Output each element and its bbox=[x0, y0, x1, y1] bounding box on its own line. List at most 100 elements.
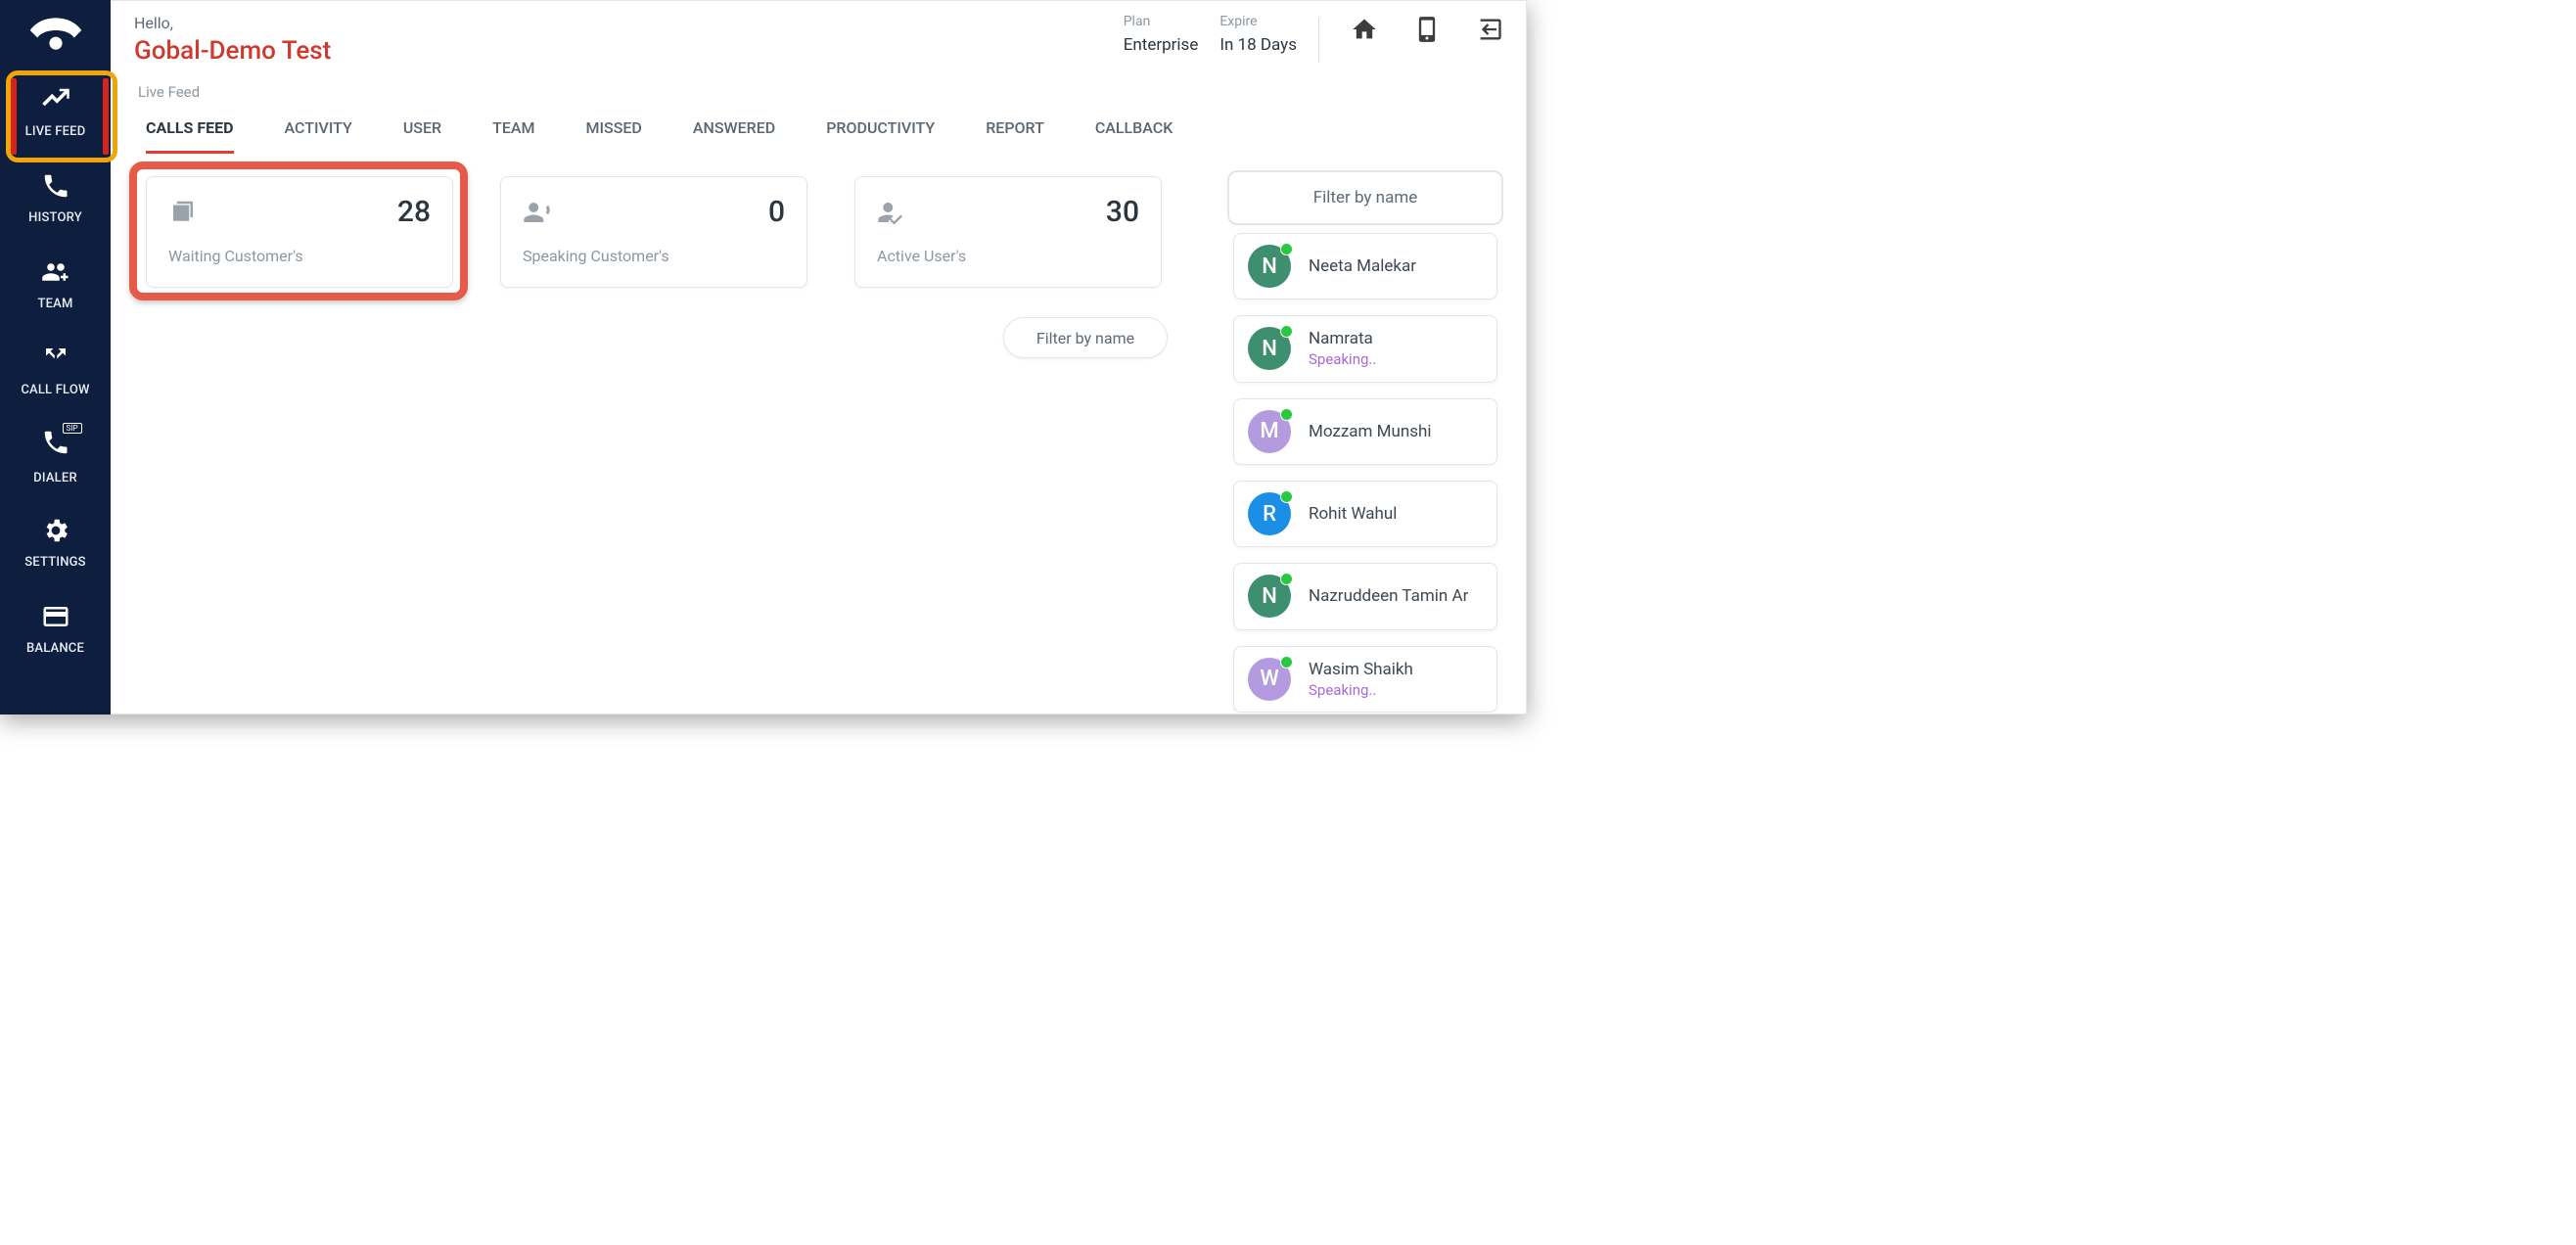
sidebar-item-balance[interactable]: BALANCE bbox=[0, 585, 111, 671]
user-list: N Neeta Malekar N Namrata Speaking.. M Mozzam … bbox=[1227, 233, 1503, 713]
user-text: Neeta Malekar bbox=[1309, 256, 1416, 276]
sidebar-item-label: SETTINGS bbox=[24, 555, 86, 570]
user-row[interactable]: N Namrata Speaking.. bbox=[1233, 315, 1497, 382]
trend-line-icon bbox=[41, 85, 70, 115]
phone-receiver-icon bbox=[26, 10, 85, 59]
avatar: N bbox=[1248, 575, 1291, 618]
divider bbox=[1318, 18, 1319, 63]
tab-calls-feed[interactable]: CALLS FEED bbox=[146, 113, 234, 154]
plan-label: Plan bbox=[1124, 14, 1199, 29]
avatar: R bbox=[1248, 492, 1291, 535]
phone-sip-icon: SIP bbox=[41, 428, 70, 461]
tab-team[interactable]: TEAM bbox=[492, 113, 534, 154]
expire-value: In 18 Days bbox=[1219, 35, 1297, 55]
tab-activity[interactable]: ACTIVITY bbox=[285, 113, 352, 154]
user-name: Rohit Wahul bbox=[1309, 504, 1397, 524]
sidebar-item-call-flow[interactable]: CALL FLOW bbox=[0, 327, 111, 413]
hello-label: Hello, bbox=[134, 14, 331, 32]
org-name: Gobal-Demo Test bbox=[134, 36, 331, 66]
user-row[interactable]: M Mozzam Munshi bbox=[1233, 398, 1497, 465]
filter-input[interactable]: Filter by name bbox=[1227, 170, 1503, 225]
user-text: Mozzam Munshi bbox=[1309, 422, 1432, 441]
app-shell: LIVE FEED HISTORY TEAM CALL FLOW SIP DIA… bbox=[0, 0, 1527, 715]
user-row[interactable]: N Neeta Malekar bbox=[1233, 233, 1497, 300]
user-status: Speaking.. bbox=[1309, 350, 1376, 368]
user-text: Nazruddeen Tamin Ar bbox=[1309, 586, 1468, 606]
avatar: N bbox=[1248, 245, 1291, 288]
header: Hello, Gobal-Demo Test Plan Enterprise E… bbox=[134, 14, 1503, 66]
home-icon[interactable] bbox=[1351, 16, 1378, 43]
main-content: Hello, Gobal-Demo Test Plan Enterprise E… bbox=[111, 0, 1527, 715]
card-value: 28 bbox=[397, 195, 431, 229]
card-label: Speaking Customer's bbox=[523, 247, 785, 265]
sidebar-item-label: CALL FLOW bbox=[21, 383, 89, 397]
sidebar-item-label: TEAM bbox=[37, 297, 72, 311]
filter-chip[interactable]: Filter by name bbox=[1003, 317, 1168, 358]
user-panel: Filter by name N Neeta Malekar N Namrata Spe… bbox=[1227, 170, 1503, 713]
expire-block: Expire In 18 Days bbox=[1219, 14, 1297, 55]
expire-label: Expire bbox=[1219, 14, 1297, 29]
sidebar-item-label: DIALER bbox=[33, 471, 77, 485]
presence-dot-icon bbox=[1280, 656, 1293, 669]
user-name: Namrata bbox=[1309, 329, 1376, 348]
tab-bar: CALLS FEED ACTIVITY USER TEAM MISSED ANS… bbox=[146, 113, 1503, 155]
logout-icon[interactable] bbox=[1476, 16, 1503, 43]
card-value: 0 bbox=[768, 195, 785, 229]
presence-dot-icon bbox=[1280, 490, 1293, 503]
red-marker-icon bbox=[11, 78, 17, 155]
user-name: Wasim Shaikh bbox=[1309, 660, 1413, 679]
sidebar-item-dialer[interactable]: SIP DIALER bbox=[0, 413, 111, 499]
user-text: Rohit Wahul bbox=[1309, 504, 1397, 524]
header-right: Plan Enterprise Expire In 18 Days bbox=[1124, 14, 1503, 63]
avatar: M bbox=[1248, 410, 1291, 453]
tab-callback[interactable]: CALLBACK bbox=[1095, 113, 1173, 154]
card-waiting-customers[interactable]: 28 Waiting Customer's bbox=[146, 176, 453, 288]
gear-icon bbox=[41, 516, 70, 545]
breadcrumb: Live Feed bbox=[138, 83, 1503, 101]
filter-chip-label: Filter by name bbox=[1036, 329, 1134, 347]
plan-block: Plan Enterprise bbox=[1124, 14, 1199, 55]
avatar: N bbox=[1248, 327, 1291, 370]
avatar: W bbox=[1248, 658, 1291, 701]
presence-dot-icon bbox=[1280, 243, 1293, 255]
user-text: Wasim Shaikh Speaking.. bbox=[1309, 660, 1413, 699]
user-row[interactable]: W Wasim Shaikh Speaking.. bbox=[1233, 646, 1497, 713]
filter-placeholder: Filter by name bbox=[1313, 188, 1418, 208]
sidebar-item-team[interactable]: TEAM bbox=[0, 241, 111, 327]
user-status: Speaking.. bbox=[1309, 681, 1413, 699]
mobile-icon[interactable] bbox=[1413, 16, 1441, 43]
person-check-icon bbox=[877, 198, 906, 227]
user-row[interactable]: N Nazruddeen Tamin Ar bbox=[1233, 563, 1497, 629]
queue-add-icon bbox=[168, 198, 198, 227]
red-marker-icon bbox=[103, 78, 109, 155]
card-value: 30 bbox=[1106, 195, 1139, 229]
team-plus-icon bbox=[41, 257, 70, 287]
tab-answered[interactable]: ANSWERED bbox=[693, 113, 775, 154]
presence-dot-icon bbox=[1280, 408, 1293, 421]
greeting-block: Hello, Gobal-Demo Test bbox=[134, 14, 331, 66]
tab-report[interactable]: REPORT bbox=[986, 113, 1044, 154]
sidebar-item-label: LIVE FEED bbox=[25, 124, 86, 139]
tab-user[interactable]: USER bbox=[403, 113, 441, 154]
tab-productivity[interactable]: PRODUCTIVITY bbox=[826, 113, 935, 154]
plan-value: Enterprise bbox=[1124, 35, 1199, 55]
split-arrows-icon bbox=[41, 344, 70, 373]
user-name: Nazruddeen Tamin Ar bbox=[1309, 586, 1468, 606]
card-active-users[interactable]: 30 Active User's bbox=[854, 176, 1162, 288]
presence-dot-icon bbox=[1280, 325, 1293, 338]
header-icons bbox=[1351, 16, 1503, 43]
tab-missed[interactable]: MISSED bbox=[585, 113, 641, 154]
user-text: Namrata Speaking.. bbox=[1309, 329, 1376, 368]
sidebar-item-history[interactable]: HISTORY bbox=[0, 155, 111, 241]
card-label: Active User's bbox=[877, 247, 1139, 265]
sip-tag: SIP bbox=[63, 423, 82, 434]
sidebar-item-live-feed[interactable]: LIVE FEED bbox=[0, 69, 111, 155]
logo bbox=[0, 0, 111, 69]
sidebar-item-label: BALANCE bbox=[26, 641, 84, 656]
sidebar-item-settings[interactable]: SETTINGS bbox=[0, 499, 111, 585]
card-icon bbox=[41, 602, 70, 631]
card-speaking-customers[interactable]: 0 Speaking Customer's bbox=[500, 176, 807, 288]
card-label: Waiting Customer's bbox=[168, 247, 431, 265]
user-row[interactable]: R Rohit Wahul bbox=[1233, 481, 1497, 547]
person-speaking-icon bbox=[523, 198, 552, 227]
